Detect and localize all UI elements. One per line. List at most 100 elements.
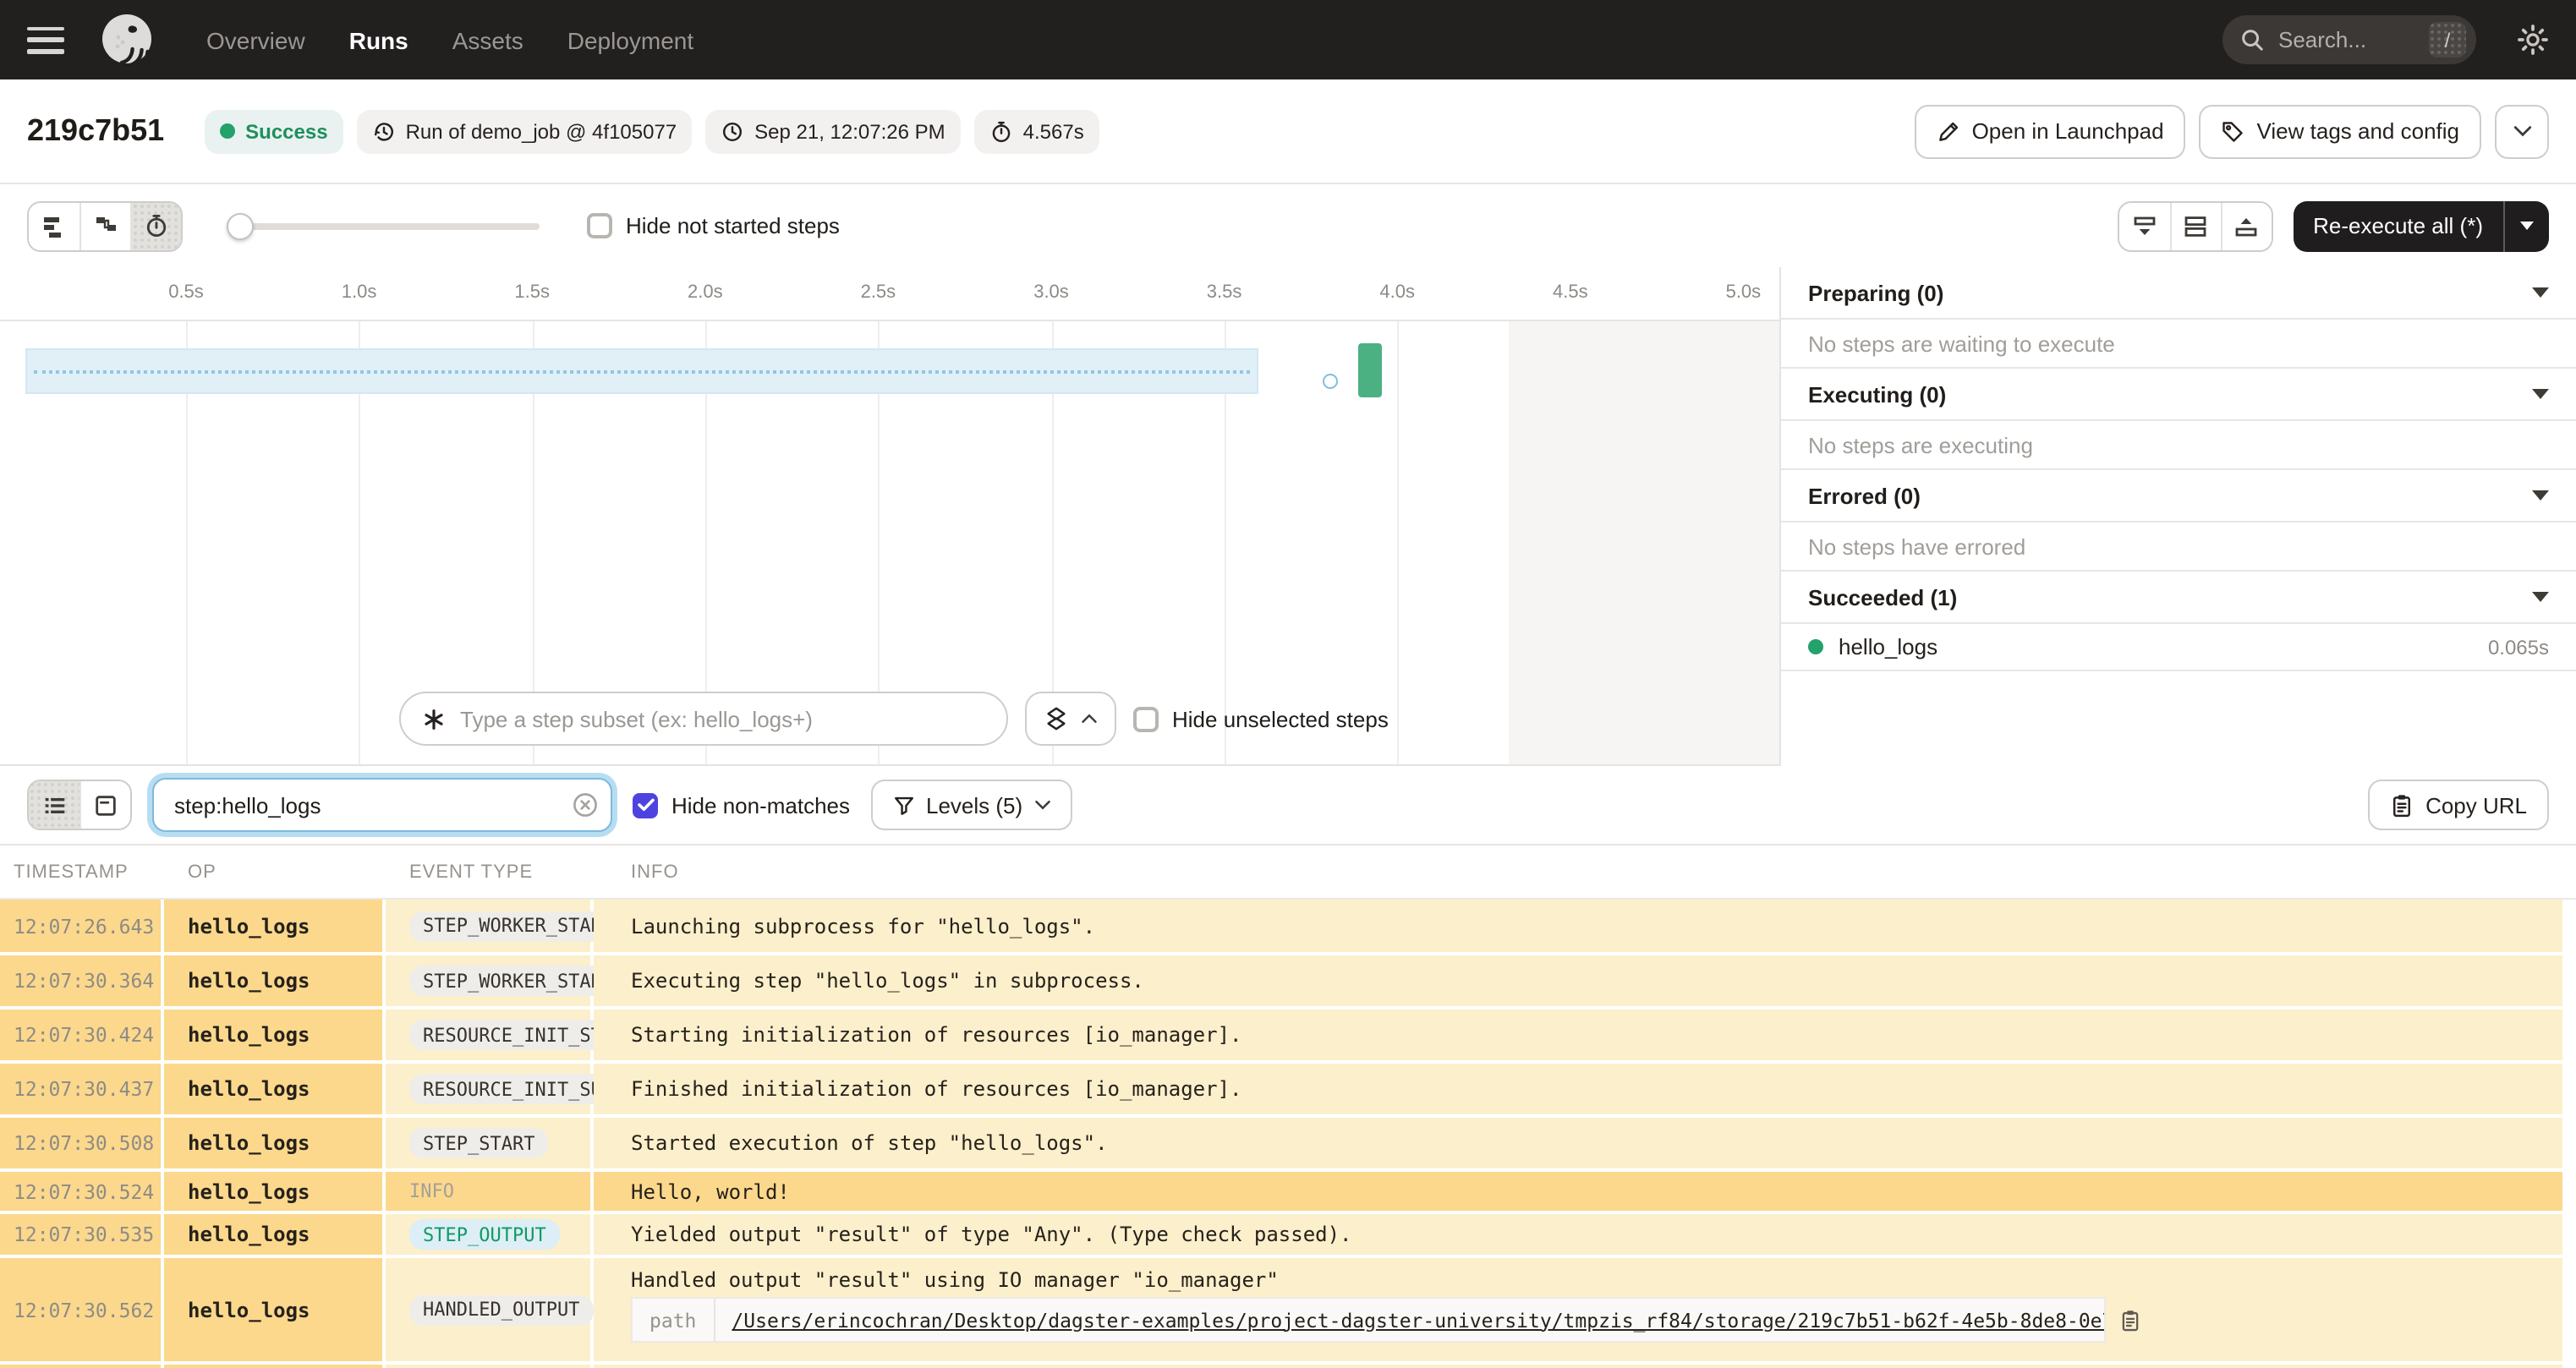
gantt-zoom-slider[interactable] — [227, 212, 540, 239]
gantt-flat-view-button[interactable] — [29, 202, 79, 249]
collapse-caret-icon[interactable] — [2532, 490, 2549, 501]
log-op-name: hello_logs — [164, 900, 382, 952]
log-row[interactable]: 12:07:30.437 hello_logs RESOURCE_INIT_SUCC… — [0, 1064, 2562, 1114]
settings-gear-icon[interactable] — [2517, 24, 2549, 56]
log-column-header: INFO — [631, 862, 679, 882]
hide-unselected-row: Hide unselected steps — [1133, 706, 1389, 731]
run-header: 219c7b51 Success Run of demo_job @ 4f105… — [0, 79, 2576, 184]
slider-handle[interactable] — [227, 212, 254, 239]
gantt-chart[interactable]: 0.5s 1.0s 1.5s 2.0s 2.5s 3.0s 3.5s 4.0s 4.5s 5.0s… — [0, 267, 1779, 766]
nav-item-runs[interactable]: Runs — [349, 26, 408, 53]
reexecute-all-button[interactable]: Re-execute all (*) — [2293, 200, 2549, 251]
log-op-name: hello_logs — [164, 955, 382, 1006]
log-row[interactable]: 12:07:30.562 hello_logs HANDLED_OUTPUT Hand… — [0, 1258, 2562, 1361]
collapse-caret-icon[interactable] — [2532, 592, 2549, 602]
log-info-text: Started execution of step "hello_logs". — [631, 1131, 1108, 1155]
hide-unselected-checkbox[interactable] — [1133, 706, 1159, 731]
event-type-badge: STEP_START — [409, 1128, 549, 1158]
log-timestamp: 12:07:30.524 — [0, 1172, 161, 1211]
reexecute-dropdown-caret[interactable] — [2505, 200, 2549, 251]
log-row[interactable]: 12:07:30.508 hello_logs STEP_START Started … — [0, 1118, 2562, 1168]
log-info-text: Handled output "result" using IO manager… — [631, 1268, 1279, 1292]
step-duration: 0.065s — [2487, 635, 2549, 659]
log-timestamp: 12:07:30.424 — [0, 1010, 161, 1060]
status-section-header[interactable]: Succeeded (1) — [1781, 572, 2576, 624]
log-row[interactable]: 12:07:30.364 hello_logs STEP_WORKER_STARTE… — [0, 955, 2562, 1006]
nav-links: Overview Runs Assets Deployment — [206, 26, 693, 53]
log-op-name: hello_logs — [164, 1214, 382, 1255]
step-subset-placeholder: Type a step subset (ex: hello_logs+) — [460, 706, 813, 731]
log-row[interactable]: 12:07:30.535 hello_logs STEP_OUTPUT Yielded… — [0, 1214, 2562, 1255]
run-actions-dropdown-button[interactable] — [2495, 104, 2549, 158]
tag-icon — [2222, 119, 2245, 143]
log-op-name: hello_logs — [164, 1010, 382, 1060]
gridline — [1397, 321, 1400, 764]
status-section-header[interactable]: Preparing (0) — [1781, 267, 2576, 320]
log-list-view-button[interactable] — [29, 781, 79, 829]
log-row[interactable]: 12:07:30.573hello_logsSTEP_SUCCESSFinish… — [0, 1365, 2562, 1368]
collapse-caret-icon[interactable] — [2532, 389, 2549, 399]
view-tags-config-button[interactable]: View tags and config — [2199, 104, 2481, 158]
gantt-waiting-bar[interactable] — [25, 348, 1258, 394]
log-op-name: hello_logs — [164, 1064, 382, 1114]
log-table-header: TIMESTAMP OP EVENT TYPE INFO — [0, 845, 2576, 900]
gantt-timed-view-button[interactable] — [130, 202, 181, 249]
hide-not-started-checkbox[interactable] — [587, 213, 612, 238]
dagster-logo[interactable] — [98, 11, 156, 68]
log-op-name: hello_logs — [164, 1118, 382, 1168]
step-name: hello_logs — [1839, 634, 1938, 659]
collapse-caret-icon[interactable] — [2532, 287, 2549, 298]
log-view-mode-group — [27, 780, 132, 830]
caret-down-icon — [2520, 222, 2534, 230]
funnel-icon — [892, 794, 914, 816]
log-row[interactable]: 12:07:30.524 hello_logs INFO Hello, world! — [0, 1172, 2562, 1211]
status-section-header[interactable]: Errored (0) — [1781, 470, 2576, 523]
hamburger-menu-icon[interactable] — [27, 26, 64, 53]
collapse-bottom-panel-button[interactable] — [2118, 202, 2170, 249]
copy-path-icon[interactable] — [2119, 1308, 2141, 1332]
stopwatch-icon — [144, 213, 169, 238]
clear-filter-icon[interactable] — [572, 791, 599, 818]
hide-non-matches-checkbox[interactable] — [633, 792, 658, 818]
structured-log-icon — [93, 792, 118, 818]
log-timestamp: 12:07:30.573 — [0, 1365, 161, 1368]
nav-item-overview[interactable]: Overview — [206, 26, 305, 53]
nav-item-deployment[interactable]: Deployment — [567, 26, 693, 53]
log-row[interactable]: 12:07:26.643 hello_logs STEP_WORKER_STARTI… — [0, 900, 2562, 952]
axis-tick-label: 3.5s — [1206, 282, 1242, 303]
log-row[interactable]: 12:07:30.424 hello_logs RESOURCE_INIT_STAR… — [0, 1010, 2562, 1060]
log-structured-view-button[interactable] — [79, 781, 130, 829]
status-section-empty-text: No steps have errored — [1781, 523, 2576, 572]
copy-url-button[interactable]: Copy URL — [2368, 780, 2549, 830]
step-subset-input[interactable]: Type a step subset (ex: hello_logs+) — [399, 692, 1008, 746]
log-timestamp: 12:07:30.437 — [0, 1064, 161, 1114]
collapse-top-panel-button[interactable] — [2220, 202, 2272, 249]
split-panels-icon — [2182, 212, 2209, 239]
step-status-panel: Preparing (0) No steps are waiting to exe… — [1779, 267, 2576, 766]
succeeded-step-row[interactable]: hello_logs 0.065s — [1781, 624, 2576, 671]
axis-tick-label: 5.0s — [1725, 282, 1762, 303]
log-timestamp: 12:07:30.535 — [0, 1214, 161, 1255]
nav-item-assets[interactable]: Assets — [452, 26, 523, 53]
levels-dropdown[interactable]: Levels (5) — [870, 780, 1072, 830]
status-section-title: Preparing (0) — [1808, 280, 1944, 305]
collapse-down-icon — [2130, 212, 2157, 239]
open-in-launchpad-button[interactable]: Open in Launchpad — [1914, 104, 2186, 158]
log-info-cell: Finished initialization of resources [io… — [594, 1064, 2562, 1114]
path-link[interactable]: /Users/erincochran/Desktop/dagster-examp… — [715, 1308, 2104, 1332]
log-column-header: TIMESTAMP — [14, 862, 129, 882]
status-section-title: Executing (0) — [1808, 381, 1947, 407]
chevron-up-icon — [1081, 714, 1098, 724]
split-panels-button[interactable] — [2169, 202, 2221, 249]
search-input[interactable]: Search... / — [2222, 15, 2476, 64]
path-label: path — [633, 1299, 715, 1341]
gantt-waterfall-view-button[interactable] — [79, 202, 130, 249]
gantt-execution-bar[interactable] — [1358, 343, 1382, 397]
gantt-step-marker-icon[interactable] — [1323, 374, 1338, 389]
status-section-header[interactable]: Executing (0) — [1781, 369, 2576, 421]
search-placeholder: Search... — [2278, 27, 2367, 52]
log-filter-input[interactable] — [152, 778, 612, 832]
log-toolbar: Hide non-matches Levels (5) Copy URL — [0, 766, 2576, 845]
step-layers-button[interactable] — [1025, 692, 1116, 746]
event-type-badge: INFO — [409, 1180, 454, 1202]
